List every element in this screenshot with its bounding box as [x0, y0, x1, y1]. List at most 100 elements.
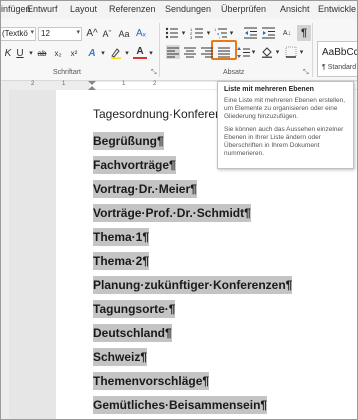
- chevron-down-icon[interactable]: ▾: [205, 25, 212, 41]
- chevron-down-icon[interactable]: ▾: [180, 25, 187, 41]
- strikethrough-button[interactable]: ab: [35, 46, 49, 60]
- ruler-number: 2: [31, 81, 35, 87]
- vertical-ruler[interactable]: [1, 90, 9, 419]
- document-title: Tagesordnung·Konferenz: [93, 107, 228, 121]
- italic-button[interactable]: K: [3, 46, 13, 60]
- shading-button[interactable]: [260, 45, 274, 59]
- text-effects-button[interactable]: A: [85, 46, 99, 60]
- show-marks-button[interactable]: ¶: [297, 25, 311, 41]
- ribbon-tabs: Einfügen Entwurf Layout Referenzen Sendu…: [1, 1, 357, 19]
- ruler-number: 1: [62, 81, 66, 87]
- align-center-icon: [184, 47, 196, 57]
- align-right-button[interactable]: [200, 45, 214, 59]
- chevron-down-icon: ▾: [30, 29, 34, 36]
- svg-text:3: 3: [190, 35, 193, 39]
- increase-indent-icon: [261, 27, 275, 39]
- multilevel-list-icon: 1ai: [214, 27, 227, 40]
- font-size-value: 12: [41, 29, 50, 38]
- dialog-launcher-icon[interactable]: ⤡: [151, 69, 157, 77]
- list-item: Tagungsorte·¶: [93, 300, 176, 318]
- align-left-button[interactable]: [166, 45, 180, 59]
- align-left-icon: [167, 47, 179, 57]
- underline-button[interactable]: U: [14, 46, 26, 60]
- align-right-icon: [201, 47, 213, 57]
- font-color-button[interactable]: A: [133, 45, 147, 59]
- bullet-list-icon: [165, 27, 178, 39]
- tab-sendungen[interactable]: Sendungen: [165, 4, 211, 14]
- style-sample: AaBbCc: [322, 47, 358, 58]
- tab-einfuegen[interactable]: Einfügen: [1, 4, 31, 14]
- chevron-down-icon[interactable]: ▾: [147, 46, 155, 60]
- separator: [159, 23, 160, 77]
- chevron-down-icon[interactable]: ▾: [298, 45, 305, 59]
- word-window: Einfügen Entwurf Layout Referenzen Sendu…: [0, 0, 358, 420]
- decrease-indent-button[interactable]: [243, 25, 257, 41]
- ruler-number: 1: [122, 81, 126, 87]
- ruler-number: 2: [153, 81, 157, 87]
- list-item: Thema·2¶: [93, 252, 150, 270]
- tooltip-description-extra: Sie können auch das Aussehen einzelner E…: [224, 126, 344, 157]
- grow-font-button[interactable]: A^: [85, 26, 99, 41]
- chevron-down-icon[interactable]: ▾: [250, 45, 257, 59]
- font-size-combo[interactable]: 12 ▾: [38, 27, 82, 41]
- svg-text:i: i: [219, 35, 220, 40]
- marker-icon: [111, 48, 121, 59]
- group-label-font: Schriftart: [53, 69, 82, 76]
- tab-referenzen[interactable]: Referenzen: [109, 4, 156, 14]
- multilevel-list-button[interactable]: 1ai: [214, 25, 228, 41]
- chevron-down-icon[interactable]: ▾: [123, 46, 131, 60]
- chevron-down-icon[interactable]: ▾: [99, 46, 107, 60]
- superscript-button[interactable]: x²: [67, 46, 81, 60]
- style-name: ¶ Standard: [322, 64, 357, 71]
- tab-ueberpruefen[interactable]: Überprüfen: [221, 4, 266, 14]
- highlight-pen-icon[interactable]: [109, 46, 123, 60]
- chevron-down-icon: ▾: [76, 29, 80, 36]
- decrease-indent-icon: [243, 27, 257, 39]
- borders-icon: [285, 46, 297, 58]
- list-item: Thema·1¶: [93, 228, 150, 246]
- dialog-launcher-icon[interactable]: ⤡: [303, 69, 309, 77]
- clear-format-button[interactable]: Aₓ: [134, 26, 148, 41]
- numbered-list-icon: 123: [190, 27, 203, 39]
- tab-layout[interactable]: Layout: [70, 4, 97, 14]
- tooltip-description: Eine Liste mit mehreren Ebenen erstellen…: [224, 97, 346, 120]
- paint-bucket-icon: [262, 47, 272, 58]
- list-item: Fachvorträge¶: [93, 156, 176, 174]
- list-item: Planung·zukünftiger·Konferenzen¶: [93, 276, 293, 294]
- tooltip-title: Liste mit mehreren Ebenen: [224, 86, 314, 93]
- change-case-button[interactable]: Aa: [117, 26, 131, 41]
- group-label-paragraph: Absatz: [223, 69, 245, 76]
- font-name-combo[interactable]: (Textkö ▾: [1, 27, 36, 41]
- chevron-down-icon[interactable]: ▾: [228, 25, 235, 41]
- ribbon: (Textkö ▾ 12 ▾ A^ Aˇ Aa Aₓ K U ▾ ab x₂ x…: [1, 19, 358, 81]
- list-item: Vortrag·Dr.·Meier¶: [93, 180, 197, 198]
- list-item: Gemütliches·Beisammensein¶: [93, 396, 268, 414]
- subscript-button[interactable]: x₂: [51, 46, 65, 60]
- align-center-button[interactable]: [183, 45, 197, 59]
- indent-marker-icon[interactable]: [88, 81, 96, 90]
- sort-button[interactable]: A↓: [280, 26, 294, 40]
- shrink-font-button[interactable]: Aˇ: [100, 26, 114, 41]
- list-item: Deutschland¶: [93, 324, 172, 342]
- line-spacing-icon: [236, 46, 250, 58]
- bullets-button[interactable]: [164, 25, 180, 41]
- justify-icon: [218, 47, 230, 57]
- tab-entwickler[interactable]: Entwickle: [318, 4, 356, 14]
- style-standard[interactable]: AaBbCc ¶ Standard: [317, 41, 358, 77]
- font-name-value: (Textkö: [2, 29, 28, 38]
- chevron-down-icon[interactable]: ▾: [27, 46, 35, 60]
- chevron-down-icon[interactable]: ▾: [274, 45, 281, 59]
- list-item: Vorträge·Prof.·Dr.·Schmidt¶: [93, 204, 251, 222]
- line-spacing-button[interactable]: [236, 45, 250, 59]
- list-item: Themenvorschläge¶: [93, 372, 210, 390]
- justify-button[interactable]: [217, 45, 231, 59]
- list-item: Begrüßung¶: [93, 132, 164, 150]
- tooltip-multilevel-list: Liste mit mehreren Ebenen Eine Liste mit…: [217, 81, 354, 169]
- tab-entwurf[interactable]: Entwurf: [27, 4, 58, 14]
- borders-button[interactable]: [284, 45, 298, 59]
- numbering-button[interactable]: 123: [189, 25, 205, 41]
- separator: [312, 23, 313, 77]
- tab-ansicht[interactable]: Ansicht: [280, 4, 310, 14]
- list-item: Schweiz¶: [93, 348, 148, 366]
- increase-indent-button[interactable]: [261, 25, 275, 41]
